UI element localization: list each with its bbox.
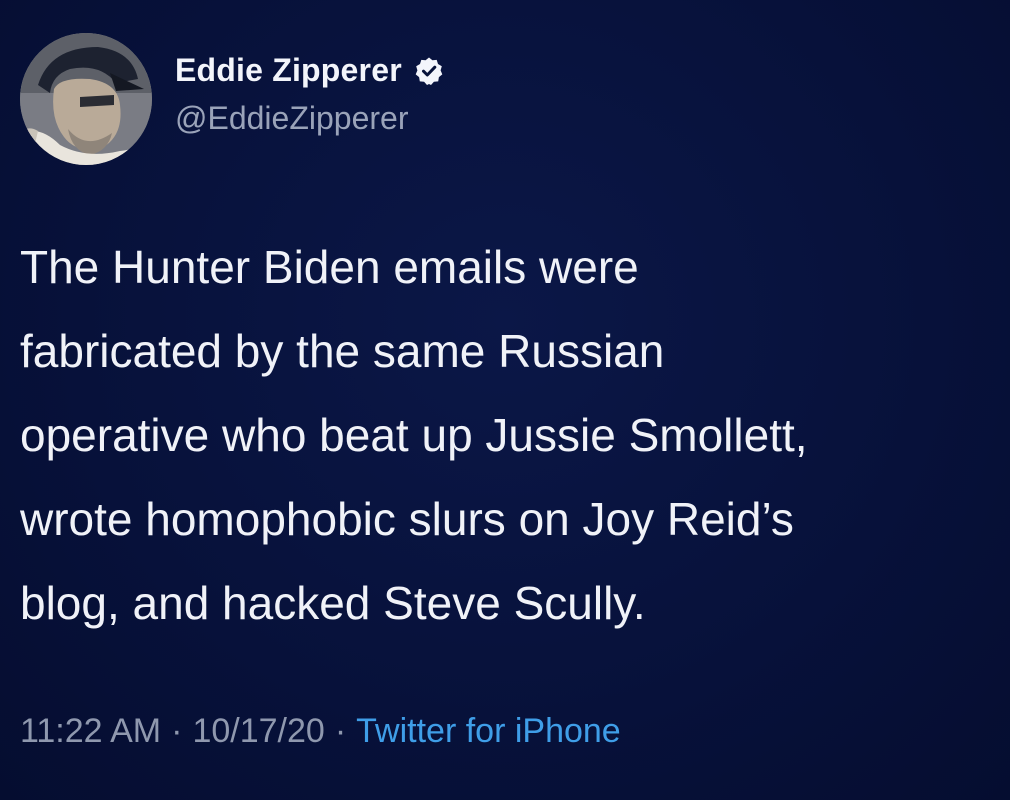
tweet-date[interactable]: 10/17/20 — [192, 712, 324, 750]
user-handle[interactable]: @EddieZipperer — [175, 100, 408, 137]
name-row: Eddie Zipperer — [175, 52, 444, 89]
meta-separator: · — [334, 712, 347, 750]
tweet-meta: 11:22 AM · 10/17/20 · Twitter for iPhone — [20, 712, 621, 751]
verified-badge-icon — [414, 56, 444, 86]
meta-separator: · — [171, 712, 183, 750]
tweet-text-line: blog, and hacked Steve Scully. — [20, 577, 646, 629]
display-name[interactable]: Eddie Zipperer — [175, 52, 402, 89]
tweet-time[interactable]: 11:22 AM — [20, 712, 161, 750]
tweet-card: Eddie Zipperer @EddieZipperer The Hunter… — [0, 0, 1010, 800]
tweet-text-line: The Hunter Biden emails were — [20, 241, 639, 293]
tweet-text: The Hunter Biden emails were fabricated … — [20, 225, 990, 645]
tweet-text-line: wrote homophobic slurs on Joy Reid’s — [20, 493, 794, 545]
avatar[interactable] — [20, 33, 152, 165]
tweet-text-line: operative who beat up Jussie Smollett, — [20, 409, 808, 461]
tweet-text-line: fabricated by the same Russian — [20, 325, 665, 377]
tweet-source-link[interactable]: Twitter for iPhone — [356, 712, 621, 750]
